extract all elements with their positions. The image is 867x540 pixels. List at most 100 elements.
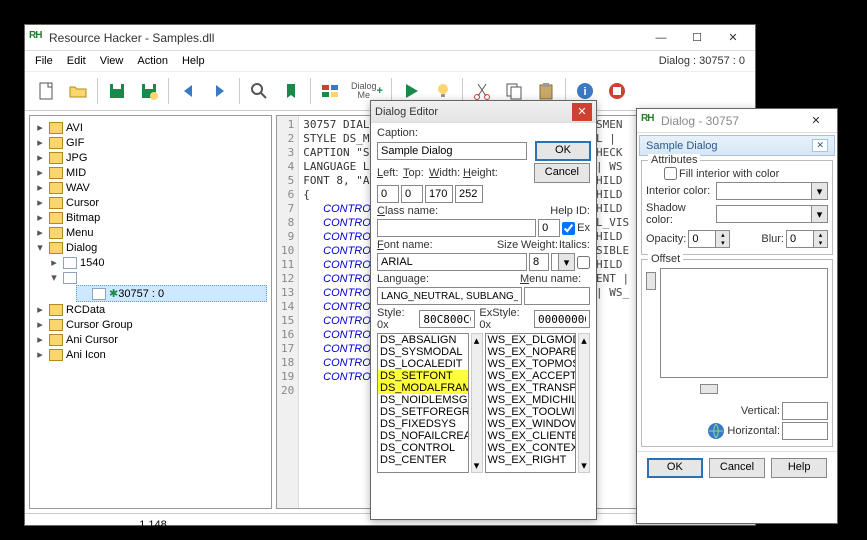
style-option[interactable]: DS_ABSALIGN	[378, 334, 468, 346]
size-input[interactable]	[529, 253, 549, 271]
style-option[interactable]: DS_FIXEDSYS	[378, 418, 468, 430]
caption-input[interactable]	[377, 142, 527, 160]
dialog-preview-window: RH Dialog - 30757 ✕ Sample Dialog ✕ Attr…	[636, 108, 838, 524]
resource-button[interactable]	[315, 76, 345, 106]
exstyle-option[interactable]: WS_EX_TRANSPARENT	[486, 382, 576, 394]
maximize-button[interactable]: ☐	[679, 27, 715, 49]
cancel-button[interactable]: Cancel	[534, 163, 590, 183]
preview-cancel-button[interactable]: Cancel	[709, 458, 765, 478]
interior-label: Interior color:	[646, 185, 714, 197]
tree-node[interactable]: ✱ 30757 : 0	[76, 285, 267, 302]
vertical-input[interactable]	[782, 402, 828, 420]
style-option[interactable]: DS_SYSMODAL	[378, 346, 468, 358]
exstyle-option[interactable]: WS_EX_RIGHT	[486, 454, 576, 466]
tree-node[interactable]: ▸GIF	[34, 135, 267, 150]
shadow-color-select[interactable]: ▾	[716, 205, 828, 223]
minimize-button[interactable]: —	[643, 27, 679, 49]
italics-checkbox[interactable]	[577, 256, 590, 269]
height-input[interactable]	[455, 185, 483, 203]
tree-node[interactable]: ▾	[48, 270, 267, 285]
exstyle-option[interactable]: WS_EX_MDICHILD	[486, 394, 576, 406]
fill-checkbox[interactable]	[664, 167, 677, 180]
tree-node[interactable]: ▸Ani Icon	[34, 347, 267, 362]
bookmark-button[interactable]	[276, 76, 306, 106]
open-button[interactable]	[63, 76, 93, 106]
scrollbar[interactable]: ▴▾	[471, 333, 483, 473]
tree-node[interactable]: ▸Menu	[34, 225, 267, 240]
exstyle-input[interactable]	[534, 310, 590, 328]
style-option[interactable]: DS_SETFONT	[378, 370, 468, 382]
helpid-input[interactable]	[538, 219, 560, 237]
styles-listbox[interactable]: DS_ABSALIGNDS_SYSMODALDS_LOCALEDITDS_SET…	[377, 333, 469, 473]
stop-button[interactable]	[602, 76, 632, 106]
ok-button[interactable]: OK	[535, 141, 591, 161]
font-input[interactable]	[377, 253, 527, 271]
dialog-editor-close[interactable]: ✕	[572, 103, 592, 121]
tree-node[interactable]: ▸Ani Cursor	[34, 332, 267, 347]
blur-spinner[interactable]: ▴▾	[786, 230, 828, 248]
width-input[interactable]	[425, 185, 453, 203]
tree-node[interactable]: ▸JPG	[34, 150, 267, 165]
menu-edit[interactable]: Edit	[61, 53, 92, 69]
vertical-slider[interactable]	[644, 268, 658, 378]
style-option[interactable]: DS_SETFOREGROUND	[378, 406, 468, 418]
tree-node[interactable]: ▸AVI	[34, 120, 267, 135]
tree-node[interactable]: ▸1540	[48, 255, 267, 270]
tree-node[interactable]: ▸Cursor	[34, 195, 267, 210]
exstyles-listbox[interactable]: WS_EX_DLGMODALFRAMWS_EX_NOPARENTNOTIWS_E…	[485, 333, 577, 473]
top-input[interactable]	[401, 185, 423, 203]
menu-action[interactable]: Action	[131, 53, 174, 69]
save-as-button[interactable]	[134, 76, 164, 106]
style-option[interactable]: DS_CENTER	[378, 454, 468, 466]
preview-close[interactable]: ✕	[799, 110, 833, 132]
style-option[interactable]: DS_LOCALEDIT	[378, 358, 468, 370]
save-button[interactable]	[102, 76, 132, 106]
style-input[interactable]	[419, 310, 475, 328]
tree-node[interactable]: ▸Cursor Group	[34, 317, 267, 332]
exstyle-option[interactable]: WS_EX_CLIENTEDGE	[486, 430, 576, 442]
menu-input[interactable]	[524, 287, 590, 305]
horizontal-label: Horizontal:	[727, 425, 780, 437]
resource-tree[interactable]: ▸AVI▸GIF▸JPG▸MID▸WAV▸Cursor▸Bitmap▸Menu▾…	[29, 115, 272, 509]
new-button[interactable]	[31, 76, 61, 106]
search-button[interactable]	[244, 76, 274, 106]
left-input[interactable]	[377, 185, 399, 203]
style-option[interactable]: DS_NOFAILCREATE	[378, 430, 468, 442]
style-option[interactable]: DS_CONTROL	[378, 442, 468, 454]
class-input[interactable]	[377, 219, 536, 237]
style-option[interactable]: DS_MODALFRAME	[378, 382, 468, 394]
menu-label: Menu name:	[520, 273, 590, 285]
exstyle-option[interactable]: WS_EX_TOPMOST	[486, 358, 576, 370]
menu-view[interactable]: View	[94, 53, 130, 69]
horizontal-input[interactable]	[782, 422, 828, 440]
close-button[interactable]: ✕	[715, 27, 751, 49]
tree-node[interactable]: ▾Dialog	[34, 240, 267, 255]
exstyle-option[interactable]: WS_EX_DLGMODALFRAM	[486, 334, 576, 346]
horizontal-slider[interactable]	[660, 382, 828, 396]
exstyle-option[interactable]: WS_EX_WINDOWEDGE	[486, 418, 576, 430]
tree-node[interactable]: ▸WAV	[34, 180, 267, 195]
sample-close-icon[interactable]: ✕	[812, 139, 828, 152]
menu-help[interactable]: Help	[176, 53, 211, 69]
forward-button[interactable]	[205, 76, 235, 106]
exstyle-option[interactable]: WS_EX_TOOLWINDOW	[486, 406, 576, 418]
style-option[interactable]: DS_NOIDLEMSG	[378, 394, 468, 406]
tree-node[interactable]: ▸MID	[34, 165, 267, 180]
language-input[interactable]	[377, 287, 522, 305]
scrollbar[interactable]: ▴▾	[578, 333, 590, 473]
back-button[interactable]	[173, 76, 203, 106]
sample-title: Sample Dialog	[646, 140, 718, 152]
opacity-spinner[interactable]: ▴▾	[688, 230, 730, 248]
preview-ok-button[interactable]: OK	[647, 458, 703, 478]
exstyle-option[interactable]: WS_EX_NOPARENTNOTI	[486, 346, 576, 358]
tree-node[interactable]: ▸RCData	[34, 302, 267, 317]
app-icon: RH	[641, 113, 657, 129]
exstyle-option[interactable]: WS_EX_ACCEPTFILES	[486, 370, 576, 382]
weight-select[interactable]: ▾	[551, 253, 575, 271]
ex-checkbox[interactable]	[562, 222, 575, 235]
exstyle-option[interactable]: WS_EX_CONTEXTHELP	[486, 442, 576, 454]
preview-help-button[interactable]: Help	[771, 458, 827, 478]
menu-file[interactable]: File	[29, 53, 59, 69]
interior-color-select[interactable]: ▾	[716, 182, 828, 200]
tree-node[interactable]: ▸Bitmap	[34, 210, 267, 225]
